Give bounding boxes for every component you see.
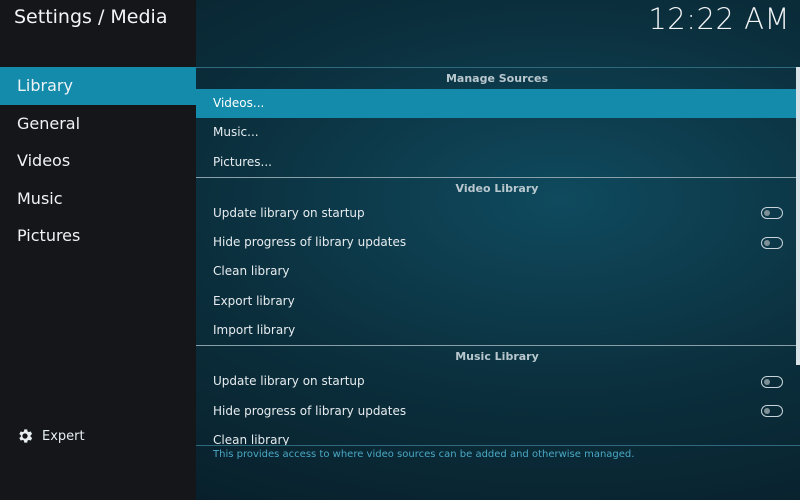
- setting-pictures-sources[interactable]: Pictures...: [196, 148, 798, 177]
- settings-level-button[interactable]: Expert: [16, 425, 85, 447]
- group-header-manage-sources: Manage Sources: [445, 72, 549, 85]
- setting-description: This provides access to where video sour…: [196, 445, 800, 460]
- setting-label: Update library on startup: [213, 374, 365, 389]
- page-title: Settings / Media: [14, 6, 168, 28]
- toggle-knob: [764, 239, 770, 246]
- category-panel: Settings / Media Library General Videos …: [0, 0, 196, 500]
- category-library[interactable]: Library: [0, 67, 196, 105]
- group-header-music-library: Music Library: [196, 345, 798, 367]
- category-pictures[interactable]: Pictures: [0, 217, 196, 255]
- scrollbar[interactable]: [796, 67, 800, 365]
- toggle-knob: [764, 408, 770, 415]
- setting-label: Update library on startup: [213, 205, 365, 220]
- media-settings-screen: Settings / Media Library General Videos …: [0, 0, 800, 500]
- gear-icon: [19, 429, 33, 443]
- setting-music-update-on-startup[interactable]: Update library on startup: [196, 367, 798, 396]
- settings-list: Manage Sources Videos... Music... Pictur…: [196, 67, 798, 446]
- setting-label: Hide progress of library updates: [213, 235, 407, 250]
- setting-videos-sources[interactable]: Videos...: [196, 89, 798, 119]
- category-list: Library General Videos Music Pictures: [0, 67, 196, 255]
- setting-video-export-library[interactable]: Export library: [196, 287, 798, 316]
- clock: 12:22 AM: [648, 2, 790, 36]
- toggle-switch[interactable]: [761, 207, 783, 220]
- category-general[interactable]: General: [0, 105, 196, 143]
- toggle-knob: [764, 378, 770, 385]
- setting-music-clean-library[interactable]: Clean library: [196, 426, 798, 446]
- setting-music-sources[interactable]: Music...: [196, 118, 798, 147]
- setting-music-hide-progress[interactable]: Hide progress of library updates: [196, 397, 798, 426]
- toggle-knob: [764, 210, 770, 217]
- setting-label: Hide progress of library updates: [213, 403, 407, 418]
- toggle-switch[interactable]: [761, 405, 783, 418]
- toggle-switch[interactable]: [761, 236, 783, 249]
- setting-video-import-library[interactable]: Import library: [196, 316, 798, 345]
- settings-level-label: Expert: [42, 428, 85, 444]
- setting-video-hide-progress[interactable]: Hide progress of library updates: [196, 228, 798, 257]
- setting-video-clean-library[interactable]: Clean library: [196, 257, 798, 286]
- toggle-switch[interactable]: [761, 375, 783, 388]
- setting-video-update-on-startup[interactable]: Update library on startup: [196, 199, 798, 228]
- category-videos[interactable]: Videos: [0, 142, 196, 180]
- group-header-video-library: Video Library: [196, 176, 798, 199]
- category-music[interactable]: Music: [0, 180, 196, 218]
